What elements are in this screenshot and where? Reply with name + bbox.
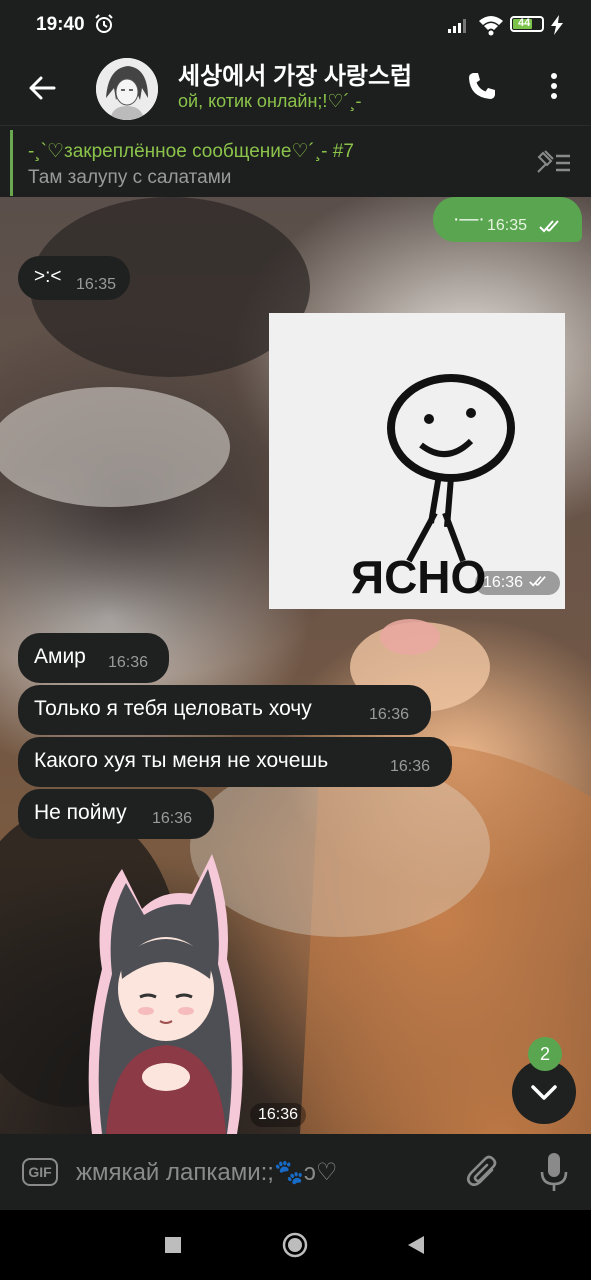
message-text: Какого хуя ты меня не хочешь (34, 749, 329, 772)
pinned-text: Там залупу с салатами (28, 167, 232, 188)
sticker-caption: ЯСНО (351, 551, 486, 603)
message-text: Только я тебя целовать хочу (34, 697, 312, 720)
message-text: >:< (34, 266, 62, 287)
read-ticks-icon (528, 576, 546, 587)
sticker-anime-girl[interactable]: 16:36 (62, 849, 307, 1134)
message-incoming[interactable]: Амир 16:36 (18, 633, 169, 683)
chat-online-status: ой, котик онлайн;!♡´¸- (178, 91, 362, 111)
anime-girl-sticker-icon (88, 854, 243, 1134)
message-input-bar: GIF жмякай лапками:;🐾ↄ♡ (0, 1134, 591, 1210)
charging-bolt-icon (551, 15, 563, 35)
phone-icon[interactable] (466, 70, 498, 102)
chat-title[interactable]: 세상에서 가장 사랑스럽 (178, 56, 440, 91)
unread-count-badge: 2 (528, 1037, 562, 1071)
avatar[interactable] (96, 58, 158, 120)
message-incoming[interactable]: Какого хуя ты меня не хочешь 16:36 (18, 737, 452, 787)
signal-icon (448, 19, 466, 33)
pinned-message-bar[interactable]: -¸`♡закреплённое сообщение♡´¸- #7 Там за… (0, 125, 591, 198)
message-time: 16:36 (152, 810, 193, 827)
avatar-sketch-icon (96, 58, 158, 120)
nav-back-icon[interactable] (406, 1235, 426, 1255)
system-nav-bar (0, 1210, 591, 1280)
message-text: Не пойму (34, 801, 127, 824)
nav-square-icon[interactable] (164, 1236, 182, 1254)
message-incoming[interactable]: Только я тебя целовать хочу 16:36 (18, 685, 431, 735)
wifi-icon (479, 16, 503, 36)
clock: 19:40 (36, 14, 85, 35)
back-arrow-icon[interactable] (26, 72, 58, 104)
chat-area[interactable]: ·—· 16:35 >:< 16:35 ЯСНО 16:36 Амир 16:3… (0, 197, 591, 1134)
message-time: 16:35 (76, 276, 117, 293)
message-incoming[interactable]: >:< 16:35 (18, 256, 130, 300)
message-text: Амир (34, 645, 86, 668)
message-time: 16:36 (108, 654, 149, 671)
chat-header: 세상에서 가장 사랑스럽 ой, котик онлайн;!♡´¸- (0, 52, 591, 125)
battery-icon: 44 (510, 16, 544, 32)
read-ticks-icon (539, 220, 559, 233)
battery-level: 44 (518, 17, 531, 29)
sticker-time: 16:36 (475, 571, 560, 595)
sticker-time: 16:36 (250, 1103, 307, 1127)
message-time: 16:36 (483, 574, 524, 591)
pinned-title: -¸`♡закреплённое сообщение♡´¸- #7 (28, 141, 354, 162)
message-time: 16:36 (369, 706, 410, 723)
paperclip-icon[interactable] (466, 1154, 500, 1190)
message-outgoing[interactable]: ·—· 16:35 (433, 197, 582, 242)
message-text: ·—· (453, 209, 485, 230)
message-time: 16:36 (390, 758, 431, 775)
unpin-list-icon[interactable] (534, 148, 572, 176)
pinned-indicator (10, 130, 13, 196)
message-input[interactable]: жмякай лапками:;🐾ↄ♡ (76, 1158, 337, 1187)
nav-home-icon[interactable] (282, 1232, 308, 1258)
message-incoming[interactable]: Не пойму 16:36 (18, 789, 214, 839)
more-vert-icon[interactable] (548, 70, 560, 102)
sticker-yasno[interactable]: ЯСНО 16:36 (269, 313, 565, 609)
alarm-icon (95, 14, 113, 33)
microphone-icon[interactable] (540, 1152, 568, 1192)
gif-icon[interactable]: GIF (22, 1158, 58, 1186)
status-bar: 19:40 44 (0, 0, 591, 52)
message-time: 16:35 (487, 217, 528, 234)
stickman-sticker-icon: ЯСНО (351, 374, 515, 603)
